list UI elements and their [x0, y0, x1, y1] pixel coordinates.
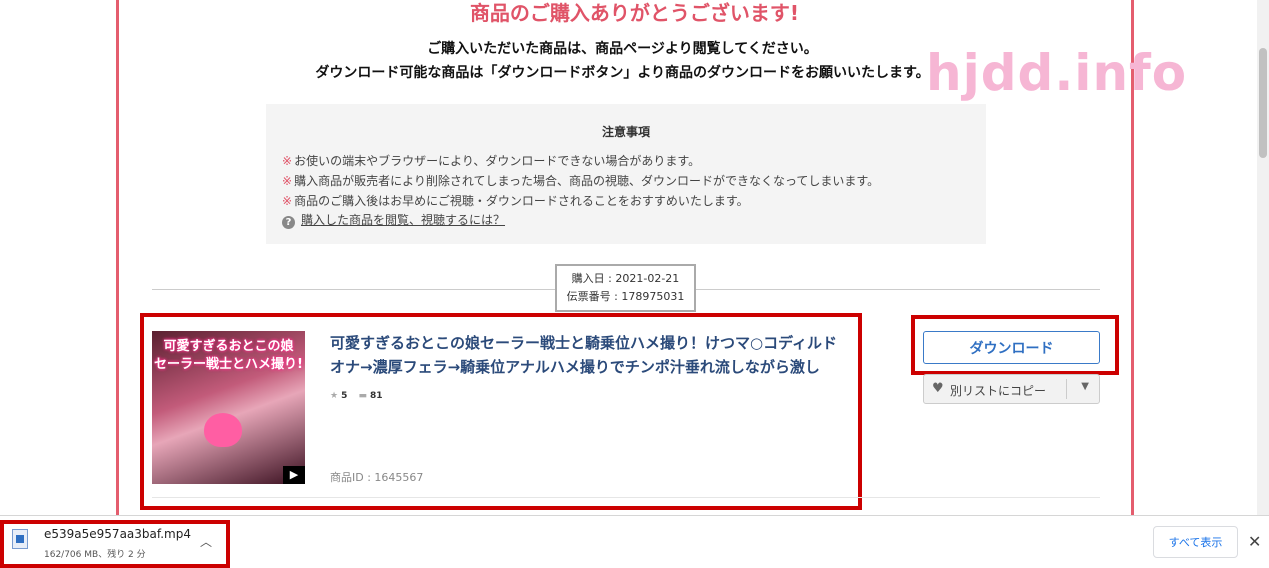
- slip-number: 伝票番号 : 178975031: [566, 290, 685, 303]
- notice-box: 注意事項 ※ お使いの端末やブラウザーにより、ダウンロードできない場合があります。…: [266, 104, 986, 244]
- chevron-up-icon[interactable]: ︿: [200, 533, 212, 550]
- purchase-date: 購入日 : 2021-02-21: [571, 272, 680, 285]
- button-separator: [1066, 379, 1067, 399]
- star-icon: ★: [330, 391, 339, 401]
- heart-icon: ♥: [932, 381, 944, 396]
- product-title-link[interactable]: 可愛すぎるおとこの娘セーラー戦士と騎乗位ハメ撮り！けつマ○コディルドオナ→濃厚フ…: [330, 331, 850, 379]
- rating-count: 5: [341, 391, 348, 401]
- product-thumbnail[interactable]: 可愛すぎるおとこの娘 セーラー戦士とハメ撮り! ▶: [152, 331, 305, 484]
- copy-to-list-label: 別リストにコピー: [950, 384, 1047, 398]
- copy-to-list-button[interactable]: ♥ 別リストにコピー ▼: [923, 374, 1100, 404]
- download-button[interactable]: ダウンロード: [923, 331, 1100, 364]
- video-icon: ▶: [283, 466, 305, 484]
- notice-item: ※ お使いの端末やブラウザーにより、ダウンロードできない場合があります。: [282, 154, 701, 168]
- scrollbar-thumb[interactable]: [1259, 48, 1267, 158]
- product-meta: ★ 5 ▬ 81: [330, 391, 383, 401]
- comment-count: 81: [370, 391, 383, 401]
- help-link[interactable]: 購入した商品を閲覧、視聴するには？: [301, 213, 505, 227]
- product-id: 商品ID : 1645567: [330, 471, 424, 484]
- download-status: 162/706 MB、残り 2 分: [44, 550, 146, 560]
- purchase-info-box: 購入日 : 2021-02-21 伝票番号 : 178975031: [555, 264, 696, 312]
- thumbnail-caption-1: 可愛すぎるおとこの娘: [163, 339, 294, 354]
- help-icon: ?: [282, 216, 295, 229]
- file-icon: [12, 529, 28, 549]
- heart-graphic: [204, 413, 242, 447]
- show-all-button[interactable]: すべて表示: [1153, 526, 1238, 558]
- download-shelf: e539a5e957aa3baf.mp4 162/706 MB、残り 2 分 ︿…: [0, 515, 1269, 568]
- notice-title: 注意事項: [601, 125, 650, 139]
- row-divider: [152, 497, 1100, 498]
- download-filename: e539a5e957aa3baf.mp4: [44, 527, 191, 541]
- comment-icon: ▬: [358, 391, 367, 401]
- watermark: hjdd.info: [926, 44, 1188, 102]
- thumbnail-caption-2: セーラー戦士とハメ撮り!: [154, 357, 303, 372]
- close-icon[interactable]: ✕: [1248, 532, 1261, 551]
- help-row: ? 購入した商品を閲覧、視聴するには？: [282, 211, 505, 229]
- notice-item: ※ 商品のご購入後はお早めにご視聴・ダウンロードされることをおすすめいたします。: [282, 194, 749, 208]
- chevron-down-icon[interactable]: ▼: [1081, 381, 1089, 392]
- thanks-heading: 商品のご購入ありがとうございます!: [469, 1, 800, 25]
- notice-item: ※ 購入商品が販売者により削除されてしまった場合、商品の視聴、ダウンロードができな…: [282, 174, 880, 188]
